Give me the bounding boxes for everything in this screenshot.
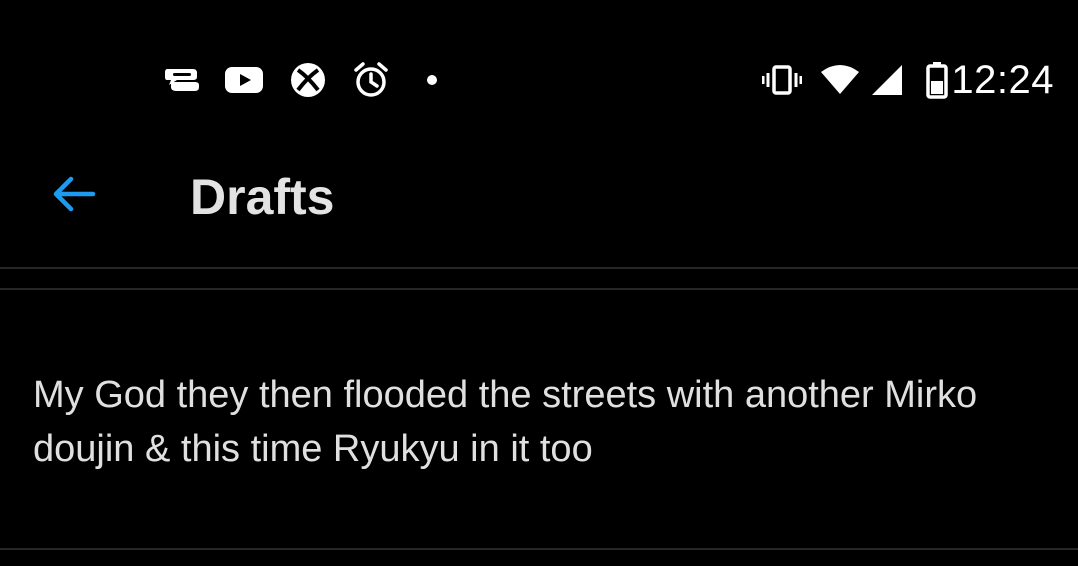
draft-text: My God they then flooded the streets wit… bbox=[33, 374, 978, 470]
more-notifications-dot bbox=[424, 60, 440, 100]
messenger-icon bbox=[162, 60, 202, 100]
status-time: 12:24 bbox=[951, 58, 1054, 102]
app-bar-divider bbox=[0, 267, 1078, 269]
wifi-icon bbox=[819, 60, 861, 100]
draft-list-item[interactable]: My God they then flooded the streets wit… bbox=[0, 290, 1078, 548]
app-bar: Drafts bbox=[0, 140, 1078, 268]
arrow-left-icon bbox=[51, 174, 97, 219]
youtube-icon bbox=[224, 60, 264, 100]
battery-icon bbox=[924, 60, 950, 100]
alarm-icon bbox=[351, 60, 391, 100]
page-title: Drafts bbox=[190, 169, 335, 225]
xbox-icon bbox=[288, 60, 328, 100]
cellular-signal-icon bbox=[868, 60, 906, 100]
status-bar: 12:24 bbox=[0, 0, 1078, 160]
list-item-divider bbox=[0, 548, 1078, 550]
vibrate-icon bbox=[762, 60, 802, 100]
back-button[interactable] bbox=[36, 166, 112, 226]
